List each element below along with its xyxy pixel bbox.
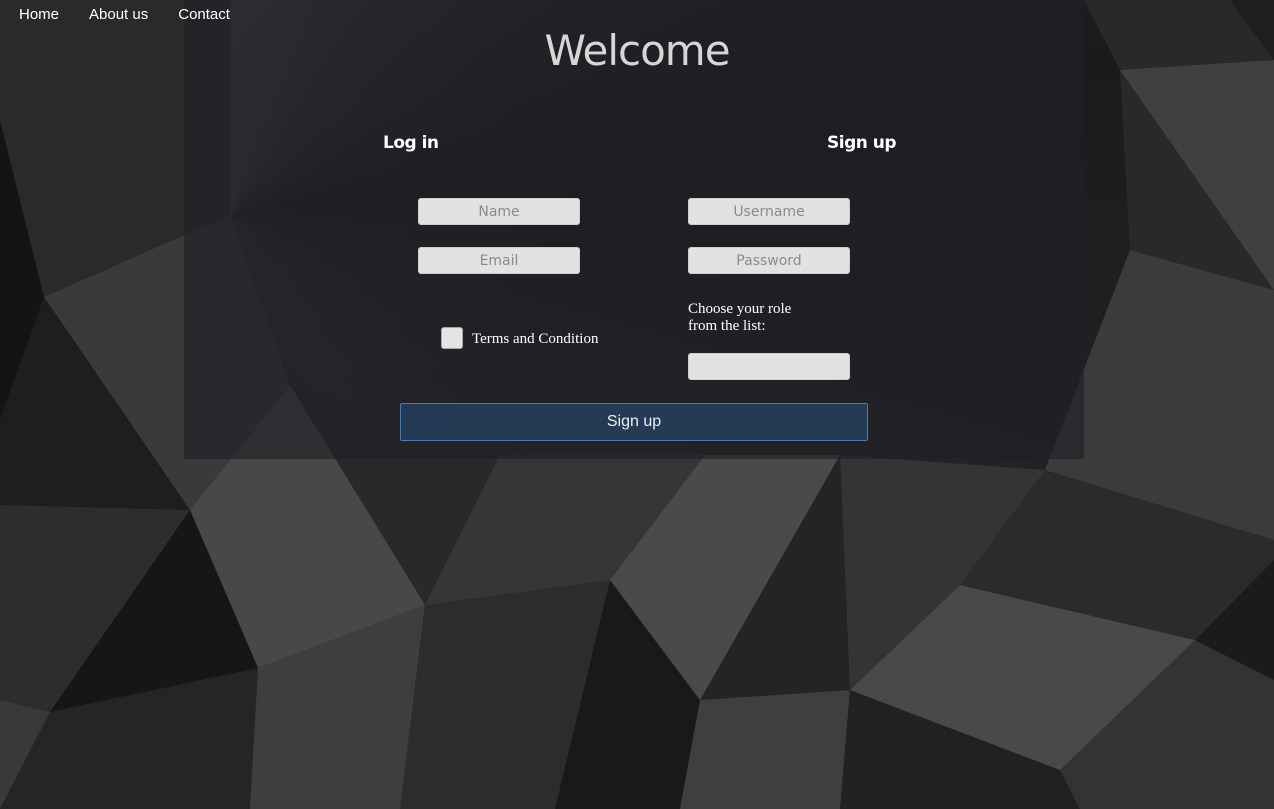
username-input[interactable] (688, 198, 850, 225)
terms-checkbox[interactable] (441, 327, 463, 349)
signup-heading: Sign up (827, 133, 897, 153)
role-label: Choose your role from the list: (688, 301, 792, 334)
terms-label: Terms and Condition (472, 331, 599, 347)
nav-home-link[interactable]: Home (19, 7, 59, 23)
page-title: Welcome (544, 26, 730, 75)
name-input[interactable] (418, 198, 580, 225)
email-input[interactable] (418, 247, 580, 274)
password-input[interactable] (688, 247, 850, 274)
login-heading: Log in (383, 133, 439, 153)
sign-up-button[interactable]: Sign up (400, 403, 868, 441)
top-nav: Home About us Contact (19, 7, 260, 23)
nav-about-link[interactable]: About us (89, 7, 148, 23)
nav-contact-link[interactable]: Contact (178, 7, 230, 23)
role-input[interactable] (688, 353, 850, 380)
